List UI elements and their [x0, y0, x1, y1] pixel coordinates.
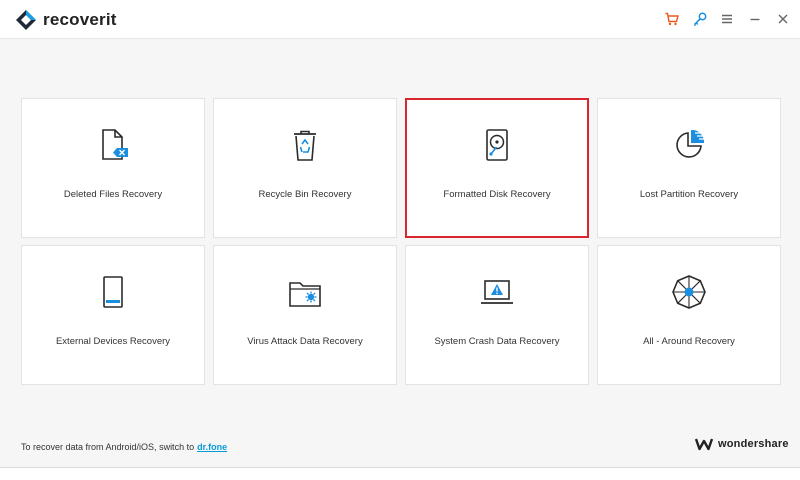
key-icon: [693, 12, 707, 27]
app-window: recoverit Deleted Files Recovery Recycle…: [0, 0, 800, 468]
card-external-devices-recovery[interactable]: External Devices Recovery: [21, 245, 205, 385]
partition-pie-icon: [671, 127, 707, 163]
footer-text: To recover data from Android/iOS, switch…: [21, 442, 195, 452]
cart-button[interactable]: [663, 10, 681, 28]
card-label: Recycle Bin Recovery: [258, 189, 352, 200]
card-label: Lost Partition Recovery: [639, 189, 739, 200]
card-label: External Devices Recovery: [55, 336, 171, 347]
register-key-button[interactable]: [691, 10, 709, 28]
card-lost-partition-recovery[interactable]: Lost Partition Recovery: [597, 98, 781, 238]
deleted-file-icon: [95, 127, 131, 163]
card-virus-attack-data-recovery[interactable]: Virus Attack Data Recovery: [213, 245, 397, 385]
card-label: Virus Attack Data Recovery: [247, 336, 363, 347]
card-label: Formatted Disk Recovery: [443, 189, 551, 200]
hard-disk-icon: [479, 127, 515, 163]
app-name: recoverit: [43, 10, 117, 29]
card-recycle-bin-recovery[interactable]: Recycle Bin Recovery: [213, 98, 397, 238]
brand-name: wondershare: [718, 438, 789, 450]
card-deleted-files-recovery[interactable]: Deleted Files Recovery: [21, 98, 205, 238]
menu-button[interactable]: [718, 10, 736, 28]
minimize-icon: [750, 18, 760, 21]
recycle-bin-icon: [287, 127, 323, 163]
wondershare-brand: wondershare: [695, 437, 789, 451]
minimize-button[interactable]: [746, 10, 764, 28]
card-system-crash-data-recovery[interactable]: System Crash Data Recovery: [405, 245, 589, 385]
close-button[interactable]: [774, 10, 792, 28]
wondershare-logo-icon: [695, 438, 713, 451]
recoverit-logo-icon: [16, 10, 36, 30]
title-bar: recoverit: [0, 0, 800, 39]
card-formatted-disk-recovery[interactable]: Formatted Disk Recovery: [405, 98, 589, 238]
recovery-mode-grid: Deleted Files Recovery Recycle Bin Recov…: [21, 98, 781, 385]
virus-folder-icon: [287, 274, 323, 310]
all-around-wheel-icon: [671, 274, 707, 310]
card-label: Deleted Files Recovery: [63, 189, 163, 200]
cart-icon: [665, 12, 679, 26]
app-logo: recoverit: [15, 9, 117, 31]
card-all-around-recovery[interactable]: All - Around Recovery: [597, 245, 781, 385]
card-label: System Crash Data Recovery: [434, 336, 560, 347]
dr-fone-link[interactable]: dr.fone: [197, 442, 227, 452]
crashed-laptop-icon: [479, 274, 515, 310]
card-label: All - Around Recovery: [643, 336, 735, 347]
external-drive-icon: [95, 274, 131, 310]
footer-switch-note: To recover data from Android/iOS, switch…: [21, 442, 227, 452]
menu-icon: [722, 14, 732, 24]
close-icon: [778, 14, 788, 24]
